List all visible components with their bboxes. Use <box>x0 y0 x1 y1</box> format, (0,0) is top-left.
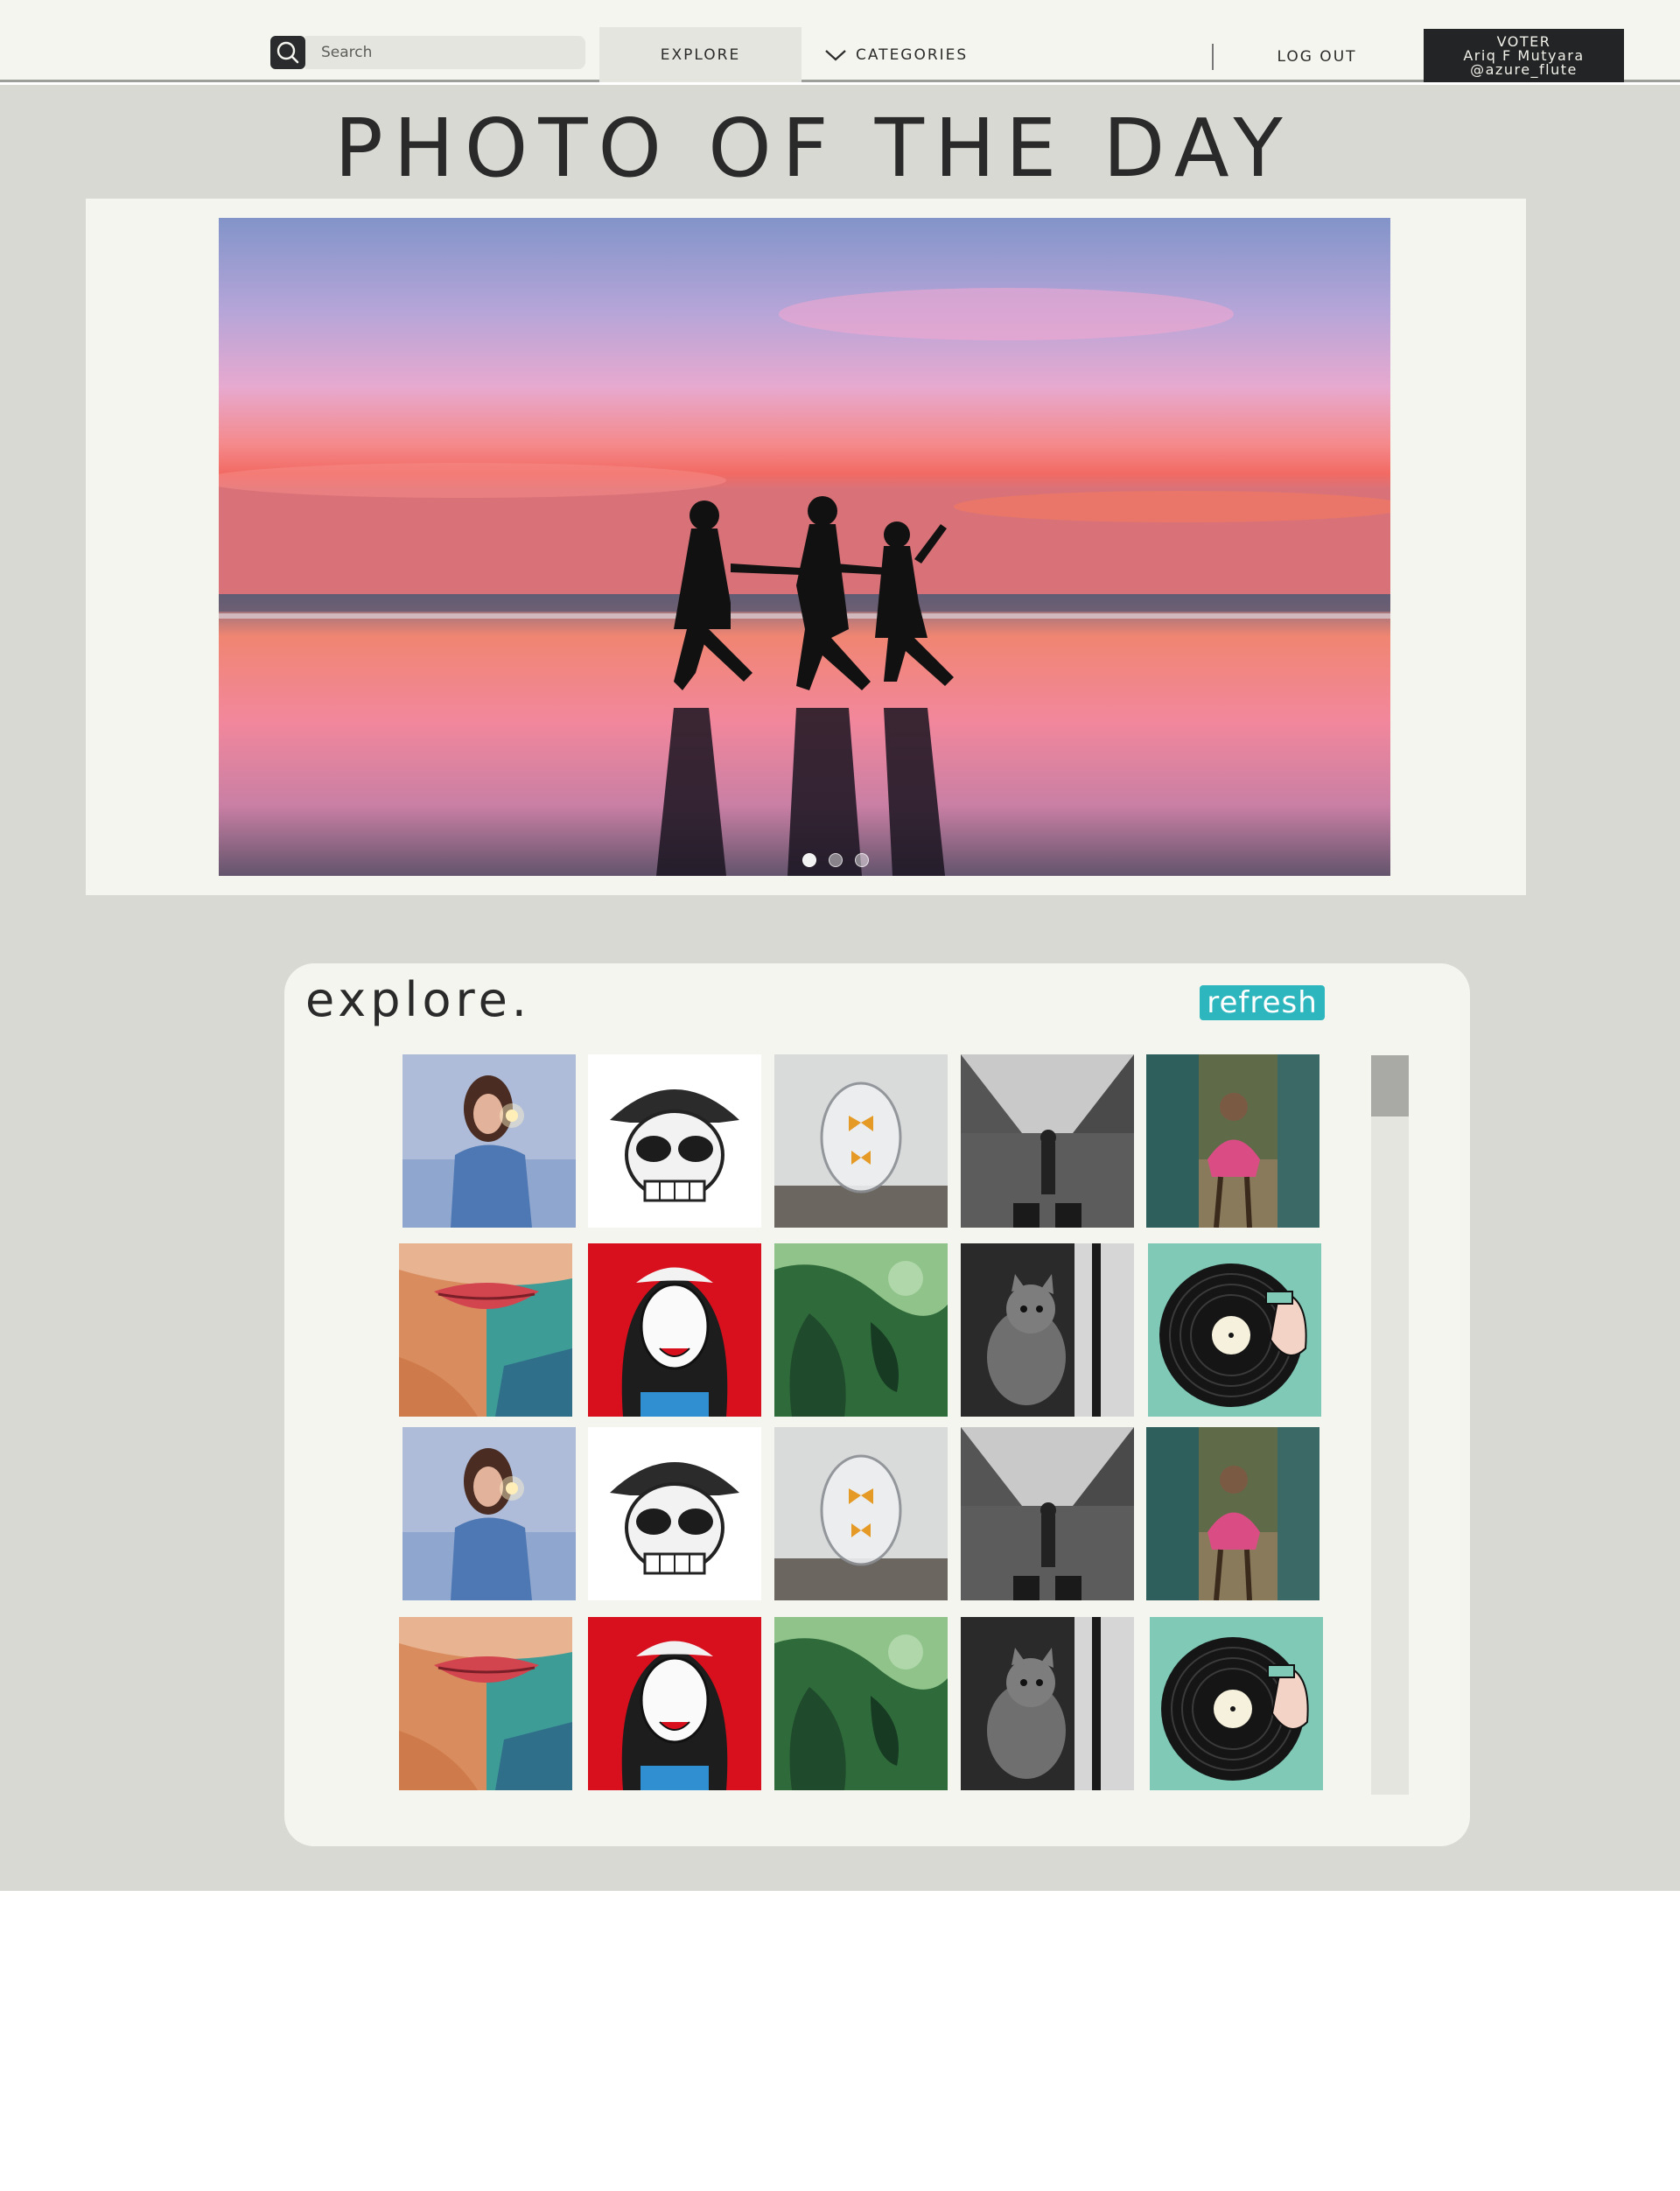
carousel-dots <box>0 853 1671 871</box>
explore-image-skull-in-bucket-hat[interactable] <box>588 1427 761 1600</box>
explore-image-vinyl-record-turntable[interactable] <box>1150 1617 1323 1790</box>
user-profile-card[interactable]: VOTER Ariq F Mutyara @azure_flute <box>1424 29 1624 82</box>
explore-image-pop-art-woman-on-red[interactable] <box>588 1617 761 1790</box>
search-button[interactable] <box>270 36 305 69</box>
top-navigation-bar: EXPLORE CATEGORIES LOG OUT VOTER Ariq F … <box>0 0 1680 82</box>
explore-scrollbar-thumb[interactable] <box>1371 1055 1409 1116</box>
carousel-dot-1[interactable] <box>802 853 816 867</box>
explore-title: explore. <box>305 972 531 1027</box>
explore-image-vinyl-record-turntable[interactable] <box>1148 1243 1321 1417</box>
explore-image-cat-by-window[interactable] <box>961 1243 1134 1417</box>
explore-scrollbar-track[interactable] <box>1371 1055 1409 1795</box>
search-icon <box>276 41 299 64</box>
search-box <box>270 36 585 69</box>
refresh-button[interactable]: refresh <box>1200 985 1325 1020</box>
explore-image-green-abstract-painting[interactable] <box>774 1243 948 1417</box>
user-handle: @azure_flute <box>1470 61 1578 78</box>
photo-of-the-day-title: PHOTO OF THE DAY <box>334 102 1293 195</box>
explore-image-glass-egg-with-butterflies[interactable] <box>774 1427 948 1600</box>
chevron-down-icon <box>825 50 846 61</box>
explore-image-painted-lips-portrait[interactable] <box>399 1243 572 1417</box>
logout-link[interactable]: LOG OUT <box>1260 44 1374 70</box>
carousel-dot-3[interactable] <box>855 853 869 867</box>
explore-image-pop-art-woman-on-red[interactable] <box>588 1243 761 1417</box>
carousel-dot-2[interactable] <box>829 853 843 867</box>
explore-image-glass-egg-with-butterflies[interactable] <box>774 1054 948 1228</box>
nav-tab-explore[interactable]: EXPLORE <box>599 27 802 82</box>
nav-divider <box>1212 44 1214 70</box>
explore-image-green-abstract-painting[interactable] <box>774 1617 948 1790</box>
logout-label: LOG OUT <box>1277 48 1357 66</box>
photo-of-the-day-image[interactable] <box>219 218 1390 876</box>
explore-image-girl-on-train-steps[interactable] <box>1146 1427 1320 1600</box>
explore-image-cat-by-window[interactable] <box>961 1617 1134 1790</box>
explore-image-girl-on-train-steps[interactable] <box>1146 1054 1320 1228</box>
nav-categories-dropdown[interactable]: CATEGORIES <box>824 42 968 68</box>
explore-image-painted-lips-portrait[interactable] <box>399 1617 572 1790</box>
explore-image-skull-in-bucket-hat[interactable] <box>588 1054 761 1228</box>
explore-image-inverted-city-street[interactable] <box>961 1427 1134 1600</box>
explore-image-inverted-city-street[interactable] <box>961 1054 1134 1228</box>
explore-image-woman-with-sparkler[interactable] <box>402 1054 576 1228</box>
explore-image-woman-with-sparkler[interactable] <box>402 1427 576 1600</box>
search-input[interactable] <box>305 36 585 69</box>
nav-tab-explore-label: EXPLORE <box>660 46 741 64</box>
nav-categories-label: CATEGORIES <box>856 46 969 64</box>
